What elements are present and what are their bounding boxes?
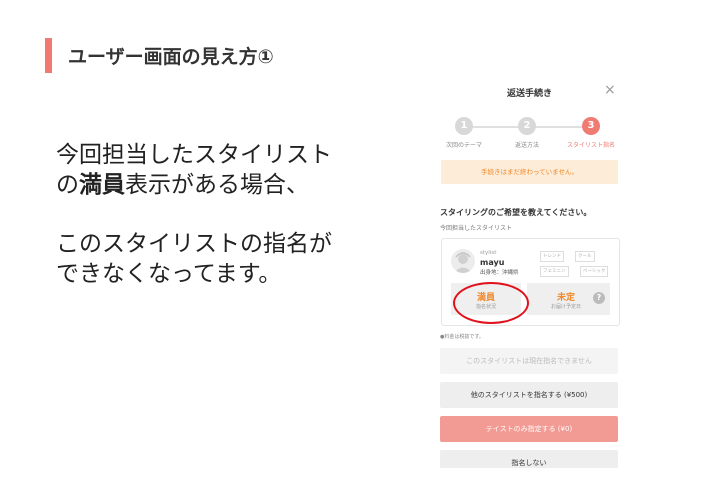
slide-title: ユーザー画面の見え方① <box>68 46 274 68</box>
unavailable-nomination-button: このスタイリストは現在指名できません <box>440 348 618 374</box>
step-2-indicator: 2 <box>518 117 536 135</box>
explanation-line: このスタイリストの指名が <box>56 231 332 257</box>
explanation-emphasis: 満員 <box>79 172 125 198</box>
stylist-role: stylist <box>480 250 497 256</box>
taste-only-button[interactable]: テイストのみ指定する (¥0) <box>440 416 618 442</box>
return-procedure-panel: 返送手続き × 1 2 3 次回のテーマ 返送方法 スタイリスト指名 手続きはま… <box>432 78 627 468</box>
tax-note: ●料金は税抜です。 <box>440 334 484 340</box>
no-nomination-button[interactable]: 指名しない <box>440 450 618 468</box>
style-tag: ベーシック <box>580 266 609 277</box>
explanation-paragraph-2: このスタイリストの指名が できなくなってます。 <box>56 229 332 289</box>
stylist-origin: 出身地：沖縄県 <box>480 270 519 276</box>
delivery-date-box: 未定 お届け予定日 ? <box>527 283 610 315</box>
step-3-indicator: 3 <box>582 117 600 135</box>
explanation-line: の満員表示がある場合、 <box>56 170 332 200</box>
stylist-name: mayu <box>480 258 505 267</box>
style-tag: フェミニン <box>540 266 569 277</box>
incomplete-notice: 手続きはまだ終わっていません。 <box>441 160 618 184</box>
explanation-text: 表示がある場合、 <box>125 172 309 198</box>
help-icon[interactable]: ? <box>593 292 605 304</box>
stylist-avatar-icon <box>454 252 472 273</box>
explanation-paragraph-1: 今回担当したスタイリスト の満員表示がある場合、 <box>56 140 332 200</box>
delivery-date-value: 未定 <box>556 293 575 303</box>
avatar <box>451 249 475 273</box>
explanation-text: の <box>56 172 79 198</box>
step-connector <box>534 126 584 128</box>
close-icon[interactable]: × <box>604 82 616 98</box>
step-1-indicator: 1 <box>455 117 473 135</box>
title-accent-bar <box>45 38 52 73</box>
step-2-label: 返送方法 <box>514 142 539 149</box>
current-stylist-label: 今回担当したスタイリスト <box>440 225 513 232</box>
style-tag: トレンド <box>540 251 564 262</box>
explanation-line: できなくなってます。 <box>56 261 282 287</box>
highlight-circle <box>453 282 529 324</box>
question-heading: スタイリングのご希望を教えてください。 <box>440 208 592 217</box>
panel-title: 返送手続き <box>506 89 552 99</box>
step-1-label: 次回のテーマ <box>445 142 482 149</box>
explanation-line: 今回担当したスタイリスト <box>56 142 332 168</box>
style-tag: クール <box>575 251 595 262</box>
step-3-label: スタイリスト指名 <box>566 142 615 149</box>
delivery-date-label: お届け予定日 <box>550 304 581 310</box>
nominate-other-stylist-button[interactable]: 他のスタイリストを指名する (¥500) <box>440 382 618 408</box>
